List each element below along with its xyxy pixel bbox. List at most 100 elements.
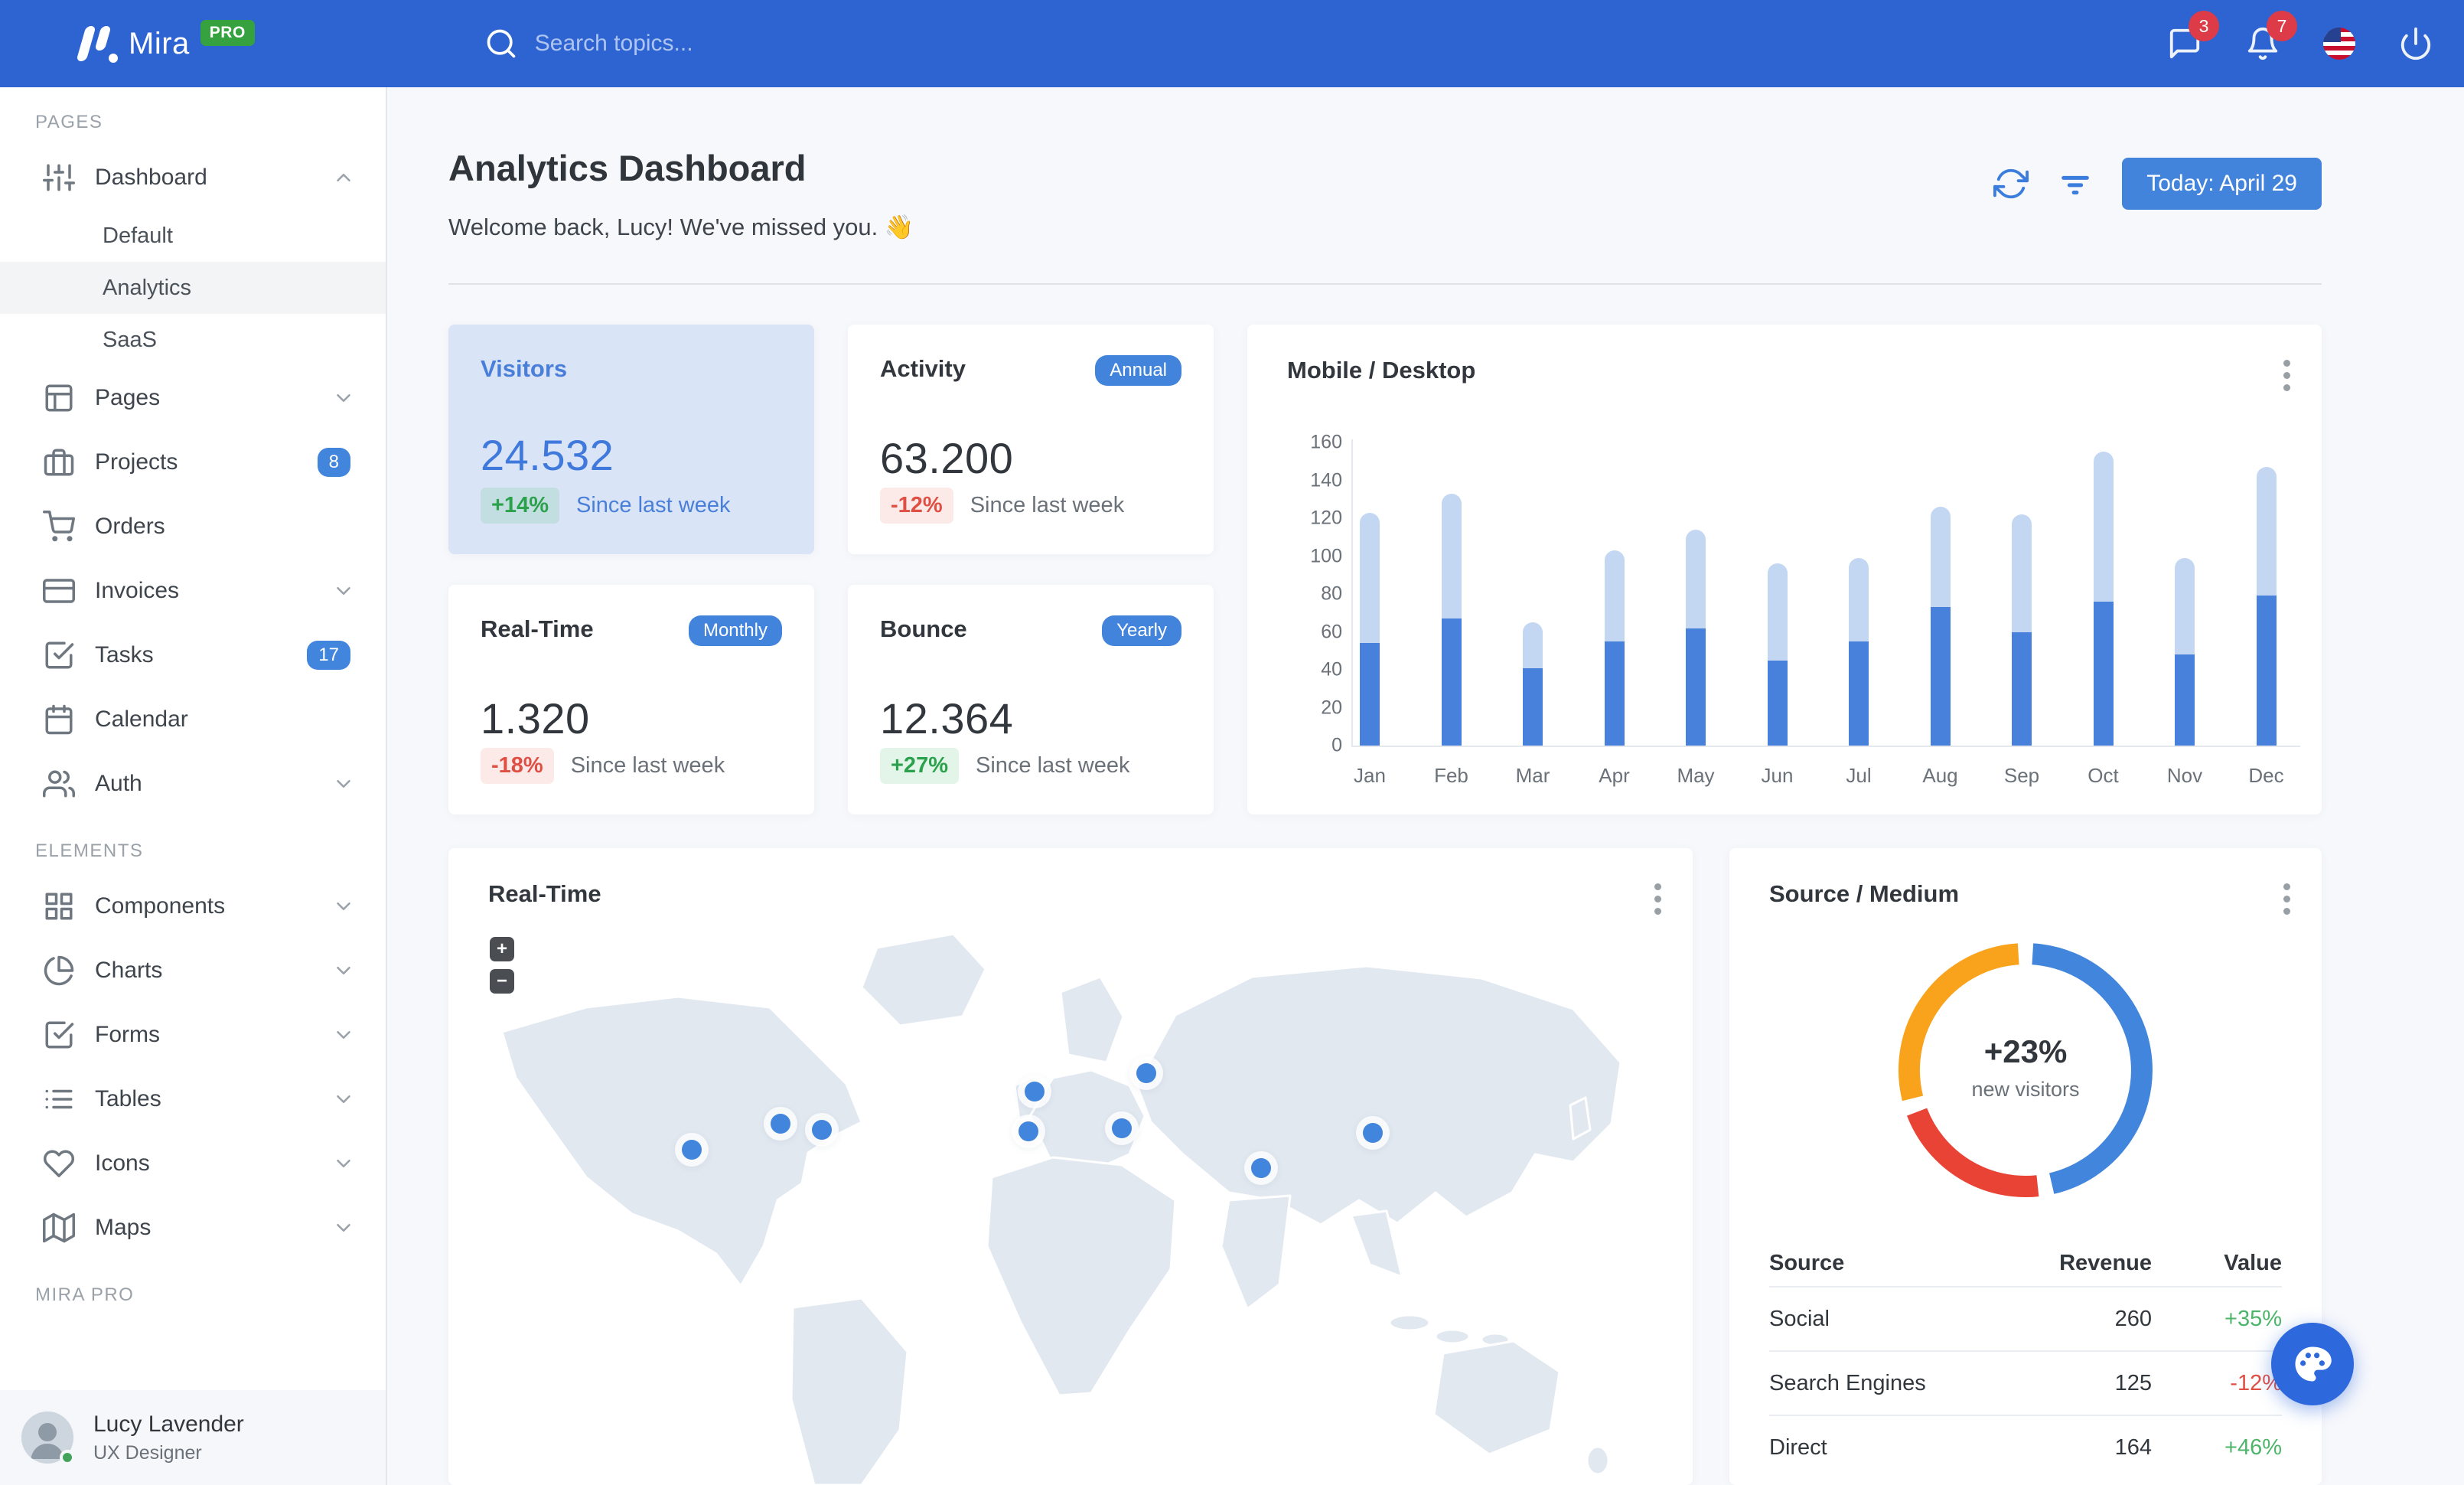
x-axis-label: Oct xyxy=(2088,764,2119,787)
sidebar-item-tasks[interactable]: Tasks 17 xyxy=(0,623,386,687)
donut-slice-direct xyxy=(1899,943,2019,1102)
sidebar-user[interactable]: Lucy Lavender UX Designer xyxy=(0,1390,386,1485)
bar-jul xyxy=(1849,557,1869,746)
sidebar-item-components[interactable]: Components xyxy=(0,874,386,938)
today-button[interactable]: Today: April 29 xyxy=(2122,158,2322,210)
stat-value: 1.320 xyxy=(481,694,590,742)
flag-canton xyxy=(2323,28,2342,42)
map-menu-button[interactable] xyxy=(1653,883,1662,915)
language-flag-us[interactable] xyxy=(2323,28,2355,60)
y-axis-tick: 60 xyxy=(1321,621,1342,642)
icons-icon xyxy=(43,1147,75,1180)
stat-delta: -12% xyxy=(880,488,953,524)
stat-card-bounce: Bounce Yearly 12.364 +27% Since last week xyxy=(848,585,1214,814)
sidebar-item-projects[interactable]: Projects 8 xyxy=(0,430,386,494)
sidebar-item-default[interactable]: Default xyxy=(0,210,386,262)
sidebar-item-tables[interactable]: Tables xyxy=(0,1067,386,1131)
projects-icon xyxy=(43,446,75,478)
world-map xyxy=(500,932,1622,1485)
components-icon xyxy=(43,890,75,922)
map-marker-china[interactable] xyxy=(1363,1123,1383,1143)
map-marker-russia[interactable] xyxy=(1136,1063,1156,1083)
sidebar-section-pages: PAGES xyxy=(35,112,103,132)
sidebar-item-icons[interactable]: Icons xyxy=(0,1131,386,1196)
refresh-button[interactable] xyxy=(1993,166,2029,201)
sidebar-item-charts[interactable]: Charts xyxy=(0,938,386,1003)
user-role: UX Designer xyxy=(93,1441,202,1464)
map-marker-us-central[interactable] xyxy=(771,1114,790,1134)
map-marker-turkey[interactable] xyxy=(1112,1118,1132,1138)
stat-title: Real-Time xyxy=(481,615,594,642)
chevron-down-icon xyxy=(332,1152,355,1175)
sidebar-item-saas[interactable]: SaaS xyxy=(0,314,386,366)
donut-center-value: +23% xyxy=(1983,1033,2068,1069)
stat-delta: -18% xyxy=(481,748,554,784)
map-marker-us-west[interactable] xyxy=(682,1140,702,1160)
chevron-down-icon xyxy=(332,1023,355,1046)
map-marker-us-east[interactable] xyxy=(812,1120,832,1140)
sidebar-item-dashboard[interactable]: Dashboard xyxy=(0,145,386,210)
tables-icon xyxy=(43,1083,75,1115)
maps-icon xyxy=(43,1212,75,1244)
y-axis-tick: 0 xyxy=(1331,734,1342,756)
map-zoom-out-button[interactable]: − xyxy=(490,969,514,994)
stat-period-badge[interactable]: Yearly xyxy=(1102,615,1181,646)
x-axis-label: Mar xyxy=(1515,764,1550,787)
bar-dec xyxy=(2256,467,2277,746)
map-marker-spain[interactable] xyxy=(1019,1121,1038,1141)
filter-button[interactable] xyxy=(2058,166,2093,201)
header-divider xyxy=(448,283,2322,285)
mira-logo-icon xyxy=(76,24,119,63)
stat-value: 63.200 xyxy=(880,434,1014,482)
messages-button[interactable]: 3 xyxy=(2167,11,2219,61)
stat-period-badge[interactable]: Annual xyxy=(1095,355,1181,386)
notifications-button[interactable]: 7 xyxy=(2245,11,2297,61)
x-axis-label: Sep xyxy=(2003,764,2040,787)
navbar-actions: 3 7 xyxy=(2167,0,2433,87)
stat-title: Visitors xyxy=(481,355,568,382)
sidebar-item-analytics[interactable]: Analytics xyxy=(0,262,386,314)
bar-mar xyxy=(1523,622,1543,746)
stat-card-realtime: Real-Time Monthly 1.320 -18% Since last week xyxy=(448,585,814,814)
x-axis-label: Aug xyxy=(1922,764,1958,787)
map-marker-uk[interactable] xyxy=(1025,1082,1045,1102)
chevron-down-icon xyxy=(332,579,355,602)
invoices-icon xyxy=(43,575,75,607)
auth-icon xyxy=(43,768,75,800)
stat-card-visitors: Visitors 24.532 +14% Since last week xyxy=(448,325,814,554)
stat-delta: +14% xyxy=(481,488,559,524)
map-zoom-in-button[interactable]: + xyxy=(490,937,514,961)
y-axis-tick: 140 xyxy=(1310,469,1342,491)
chevron-down-icon xyxy=(332,895,355,918)
logout-button[interactable] xyxy=(2398,26,2433,61)
sidebar-item-invoices[interactable]: Invoices xyxy=(0,559,386,623)
sidebar-section-elements: ELEMENTS xyxy=(35,840,144,861)
source-medium-table: Source Revenue Value Social 260 +35% Search En… xyxy=(1769,1240,2282,1479)
realtime-map-card: Real-Time + − xyxy=(448,848,1693,1485)
bar-feb xyxy=(1441,493,1462,746)
stat-delta: +27% xyxy=(880,748,959,784)
y-axis-tick: 100 xyxy=(1310,545,1342,566)
tasks-count-badge: 17 xyxy=(307,641,350,670)
sidebar-item-auth[interactable]: Auth xyxy=(0,752,386,816)
stat-title: Bounce xyxy=(880,615,967,642)
y-axis-tick: 20 xyxy=(1321,697,1342,718)
source-medium-menu-button[interactable] xyxy=(2282,883,2291,915)
sidebar-item-calendar[interactable]: Calendar xyxy=(0,687,386,752)
map-marker-india[interactable] xyxy=(1251,1158,1271,1178)
sidebar-item-forms[interactable]: Forms xyxy=(0,1003,386,1067)
x-axis-label: Jun xyxy=(1761,764,1794,787)
x-axis-label: Feb xyxy=(1434,764,1468,787)
stat-value: 12.364 xyxy=(880,694,1014,742)
brand-logo[interactable]: Mira PRO xyxy=(76,20,255,63)
stat-period-badge[interactable]: Monthly xyxy=(688,615,782,646)
search-input[interactable] xyxy=(534,31,933,57)
bar-aug xyxy=(1930,507,1951,746)
sidebar-item-orders[interactable]: Orders xyxy=(0,494,386,559)
theme-settings-fab[interactable] xyxy=(2271,1323,2354,1405)
avatar xyxy=(21,1412,75,1465)
sidebar-item-pages[interactable]: Pages xyxy=(0,366,386,430)
sidebar-item-maps[interactable]: Maps xyxy=(0,1196,386,1260)
y-axis-tick: 160 xyxy=(1310,431,1342,453)
online-status-dot xyxy=(60,1450,75,1465)
